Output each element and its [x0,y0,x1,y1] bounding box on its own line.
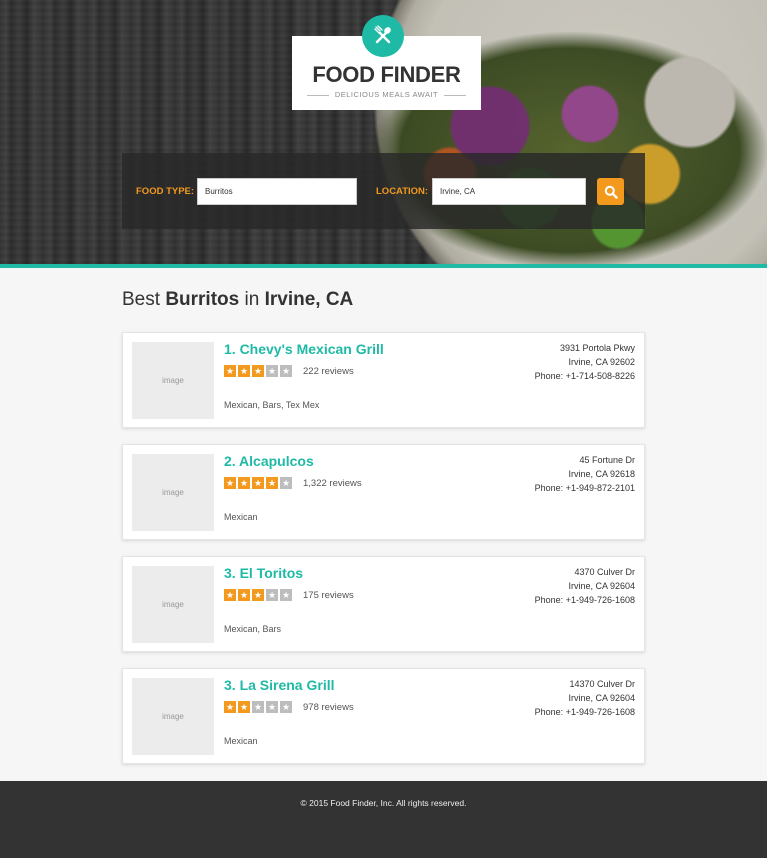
footer: © 2015 Food Finder, Inc. All rights rese… [0,781,767,858]
star-icon: ★ [252,477,264,489]
restaurant-image-placeholder[interactable]: image [132,566,214,643]
star-icon: ★ [280,589,292,601]
result-card[interactable]: image 3. El Toritos ★ ★ ★ ★ ★ 175 reviews Mexica… [122,556,645,652]
address-line: 3931 Portola Pkwy [559,343,635,353]
phone-number: Phone: +1-949-726-1608 [534,595,635,605]
restaurant-categories: Mexican [224,512,258,522]
address-line: Irvine, CA 92618 [568,469,635,479]
restaurant-image-placeholder[interactable]: image [132,454,214,531]
star-rating: ★ ★ ★ ★ ★ [224,701,292,713]
results-heading: Best Burritos in Irvine, CA [122,289,354,310]
star-icon: ★ [224,589,236,601]
restaurant-name-link[interactable]: 1. Chevy's Mexican Grill [224,341,384,357]
result-card[interactable]: image 2. Alcapulcos ★ ★ ★ ★ ★ 1,322 reviews Mexi… [122,444,645,540]
restaurant-categories: Mexican [224,736,258,746]
star-icon: ★ [280,365,292,377]
restaurant-image-placeholder[interactable]: image [132,678,214,755]
restaurant-address: 45 Fortune Dr Irvine, CA 92618 Phone: +1-9… [535,453,635,495]
review-count: 978 reviews [303,702,354,713]
restaurant-categories: Mexican, Bars [224,624,282,634]
star-icon: ★ [280,477,292,489]
location-input[interactable]: Irvine, CA [432,178,586,205]
star-icon: ★ [238,701,250,713]
restaurant-address: 4370 Culver Dr Irvine, CA 92604 Phone: +1-… [535,565,635,607]
star-icon: ★ [266,365,278,377]
restaurant-name-link[interactable]: 3. El Toritos [224,565,303,581]
location-label: LOCATION: [376,186,429,197]
star-icon: ★ [238,589,250,601]
star-rating: ★ ★ ★ ★ ★ [224,365,292,377]
review-count: 175 reviews [303,590,354,601]
star-rating: ★ ★ ★ ★ ★ [224,477,292,489]
search-bar: FOOD TYPE: Burritos LOCATION: Irvine, CA [122,153,645,229]
star-icon: ★ [224,477,236,489]
star-icon: ★ [252,701,264,713]
star-icon: ★ [280,701,292,713]
restaurant-name-link[interactable]: 3. La Sirena Grill [224,677,335,693]
brand-title: FOOD FINDER [312,62,461,87]
hero-banner: FOOD FINDER DELICIOUS MEALS AWAIT FOOD T… [0,0,767,264]
star-icon: ★ [266,701,278,713]
star-icon: ★ [266,589,278,601]
search-icon [604,185,618,199]
restaurant-address: 3931 Portola Pkwy Irvine, CA 92602 Phone: … [535,341,635,383]
address-line: 14370 Culver Dr [569,679,635,689]
address-line: 45 Fortune Dr [579,455,635,465]
review-count: 222 reviews [303,366,354,377]
phone-number: Phone: +1-949-726-1608 [534,707,635,717]
star-icon: ★ [266,477,278,489]
fork-spoon-icon [362,15,404,57]
restaurant-categories: Mexican, Bars, Tex Mex [224,400,320,410]
star-icon: ★ [238,477,250,489]
star-rating: ★ ★ ★ ★ ★ [224,589,292,601]
restaurant-image-placeholder[interactable]: image [132,342,214,419]
search-button[interactable] [597,178,624,205]
food-type-label: FOOD TYPE: [136,186,195,197]
address-line: 4370 Culver Dr [574,567,635,577]
address-line: Irvine, CA 92604 [568,581,635,591]
star-icon: ★ [238,365,250,377]
accent-divider [0,264,767,268]
star-icon: ★ [252,365,264,377]
result-card[interactable]: image 3. La Sirena Grill ★ ★ ★ ★ ★ 978 reviews M… [122,668,645,764]
brand-tagline: DELICIOUS MEALS AWAIT [292,90,481,99]
phone-number: Phone: +1-949-872-2101 [534,483,635,493]
star-icon: ★ [252,589,264,601]
address-line: Irvine, CA 92604 [568,693,635,703]
restaurant-name-link[interactable]: 2. Alcapulcos [224,453,314,469]
restaurant-address: 14370 Culver Dr Irvine, CA 92604 Phone: +1… [535,677,635,719]
review-count: 1,322 reviews [303,478,362,489]
phone-number: Phone: +1-714-508-8226 [534,371,635,381]
food-type-input[interactable]: Burritos [197,178,357,205]
result-card[interactable]: image 1. Chevy's Mexican Grill ★ ★ ★ ★ ★ 222 re… [122,332,645,428]
address-line: Irvine, CA 92602 [568,357,635,367]
copyright-text: © 2015 Food Finder, Inc. All rights rese… [300,798,467,808]
star-icon: ★ [224,701,236,713]
star-icon: ★ [224,365,236,377]
